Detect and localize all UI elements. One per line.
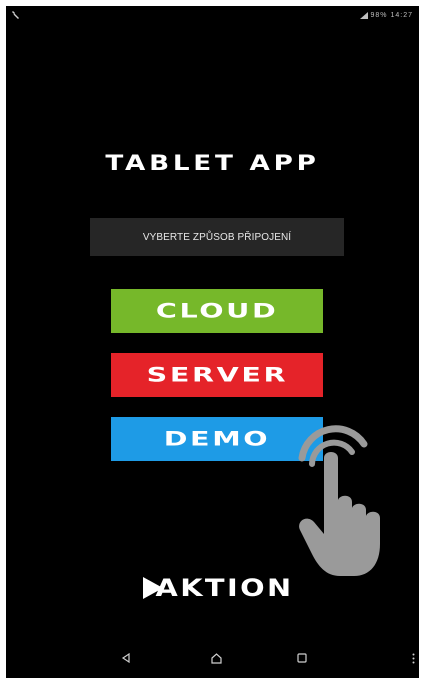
cloud-button[interactable]: CLOUD bbox=[111, 289, 323, 333]
status-bar: 98% 14:27 bbox=[6, 6, 419, 28]
app-screen: 98% 14:27 TABLET APP VYBERTE ZPŮSOB PŘIP… bbox=[6, 6, 419, 678]
server-button[interactable]: SERVER bbox=[111, 353, 323, 397]
signal-icon bbox=[359, 12, 368, 19]
menu-button[interactable] bbox=[409, 650, 417, 666]
aktion-logo-text: AKTION bbox=[155, 574, 294, 602]
cloud-button-label: CLOUD bbox=[155, 299, 279, 323]
home-icon bbox=[210, 652, 222, 664]
demo-button-label: DEMO bbox=[163, 427, 271, 451]
navigation-bar bbox=[6, 638, 419, 678]
status-right: 98% 14:27 bbox=[359, 12, 413, 19]
status-text: 98% 14:27 bbox=[370, 12, 413, 19]
connection-prompt-label: VYBERTE ZPŮSOB PŘIPOJENÍ bbox=[142, 231, 292, 243]
server-button-label: SERVER bbox=[146, 363, 288, 387]
menu-icon bbox=[412, 653, 414, 663]
connection-prompt: VYBERTE ZPŮSOB PŘIPOJENÍ bbox=[90, 218, 344, 256]
tap-hand-icon bbox=[298, 425, 380, 576]
aktion-logo: AKTION bbox=[6, 574, 419, 602]
home-button[interactable] bbox=[208, 650, 224, 666]
recent-apps-icon bbox=[297, 653, 307, 663]
recent-apps-button[interactable] bbox=[294, 650, 310, 666]
wrench-icon bbox=[12, 11, 19, 19]
app-title: TABLET APP bbox=[105, 151, 320, 175]
back-icon bbox=[121, 653, 130, 663]
back-button[interactable] bbox=[118, 650, 134, 666]
